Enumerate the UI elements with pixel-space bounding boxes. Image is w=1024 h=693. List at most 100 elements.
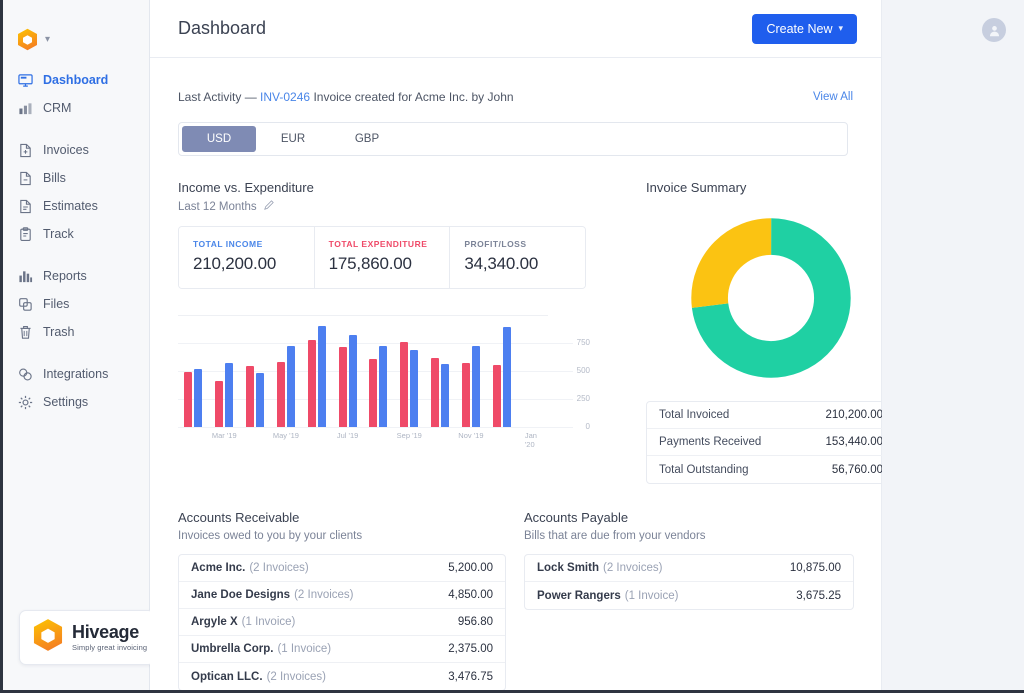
sidebar-item-settings[interactable]: Settings	[0, 388, 149, 416]
user-avatar-icon[interactable]	[982, 18, 1006, 42]
list-item[interactable]: Acme Inc.(2 Invoices)5,200.00	[179, 555, 505, 582]
activity-view-all-link[interactable]: View All	[813, 91, 853, 103]
tab-gbp[interactable]: GBP	[330, 126, 404, 152]
summary-label: Payments Received	[659, 436, 761, 448]
donut-slice-total-outstanding	[710, 237, 833, 360]
stat-value: 210,200.00	[193, 254, 314, 274]
x-tick-label: May '19	[273, 431, 299, 440]
summary-row: Total Outstanding56,760.00	[647, 456, 895, 483]
sidebar-item-label: Settings	[43, 395, 88, 409]
dashboard-columns: Income vs. Expenditure Last 12 Months TO…	[178, 180, 853, 484]
sidebar-item-label: Estimates	[43, 199, 98, 213]
list-item-entity: Umbrella Corp. (1 Invoice)	[191, 643, 331, 655]
summary-value: 153,440.00	[825, 436, 883, 448]
sidebar-group-3: Integrations Settings	[0, 360, 149, 430]
hiveage-badge[interactable]: Hiveage Simply great invoicing	[19, 610, 155, 665]
sidebar-item-dashboard[interactable]: Dashboard	[0, 66, 149, 94]
tab-eur[interactable]: EUR	[256, 126, 330, 152]
entity-name: Optican LLC.	[191, 671, 263, 683]
sidebar-item-files[interactable]: Files	[0, 290, 149, 318]
receivable-subtitle: Invoices owed to you by your clients	[178, 530, 506, 542]
sidebar-item-estimates[interactable]: Estimates	[0, 192, 149, 220]
chart-y-axis: 7505002500	[560, 315, 590, 439]
chart-bar-group	[332, 315, 363, 427]
payable-title: Accounts Payable	[524, 510, 854, 525]
sidebar-item-crm[interactable]: CRM	[0, 94, 149, 122]
list-item[interactable]: Jane Doe Designs(2 Invoices)4,850.00	[179, 582, 505, 609]
invoice-summary-title: Invoice Summary	[646, 180, 896, 195]
entity-amount: 3,675.25	[796, 590, 841, 602]
income-section-period: Last 12 Months	[178, 200, 598, 213]
list-item[interactable]: Argyle X(1 Invoice)956.80	[179, 609, 505, 636]
create-new-label: Create New	[766, 22, 832, 36]
list-item[interactable]: Power Rangers(1 Invoice)3,675.25	[525, 582, 853, 609]
chart-bar-group	[270, 315, 301, 427]
monitor-icon	[17, 72, 33, 88]
bar-expenditure	[256, 373, 264, 427]
sidebar-item-integrations[interactable]: Integrations	[0, 360, 149, 388]
gridline-0	[178, 427, 573, 428]
bar-expenditure	[318, 326, 326, 427]
brand-chevron-down-icon[interactable]: ▾	[45, 35, 50, 45]
sidebar-item-label: Reports	[43, 269, 87, 283]
sidebar-item-label: Track	[43, 227, 74, 241]
hiveage-tagline: Simply great invoicing	[72, 644, 147, 652]
chart-bar-group-empty	[517, 315, 548, 427]
bar-income	[369, 359, 377, 427]
list-item-entity: Jane Doe Designs(2 Invoices)	[191, 589, 354, 601]
entity-invoice-count: (2 Invoices)	[603, 562, 662, 574]
sidebar-item-label: Bills	[43, 171, 66, 185]
sidebar-item-invoices[interactable]: Invoices	[0, 136, 149, 164]
entity-name: Umbrella Corp.	[191, 643, 273, 655]
accounts-section: Accounts Receivable Invoices owed to you…	[178, 510, 853, 693]
bar-expenditure	[349, 335, 357, 427]
sidebar: ▾ DashboardCRM Invoices Bills Estimates Trac…	[0, 0, 150, 693]
sidebar-item-bills[interactable]: Bills	[0, 164, 149, 192]
sidebar-item-label: Trash	[43, 325, 75, 339]
list-item[interactable]: Umbrella Corp.(1 Invoice)2,375.00	[179, 636, 505, 663]
invoice-summary-table: Total Invoiced210,200.00Payments Receive…	[646, 401, 896, 484]
donut-chart-svg	[690, 217, 852, 379]
tab-usd[interactable]: USD	[182, 126, 256, 152]
chevron-down-icon: ▾	[838, 23, 843, 34]
bar-expenditure	[441, 364, 449, 427]
list-item[interactable]: Optican LLC.(2 Invoices)3,476.75	[179, 663, 505, 690]
summary-row: Total Invoiced210,200.00	[647, 402, 895, 429]
avatar-wrap[interactable]	[982, 18, 1006, 42]
bar-income	[215, 381, 223, 427]
entity-name: Lock Smith	[537, 562, 599, 574]
list-item-entity: Optican LLC.(2 Invoices)	[191, 671, 326, 683]
receivable-title: Accounts Receivable	[178, 510, 506, 525]
pencil-icon[interactable]	[264, 200, 274, 213]
income-expenditure-chart: 7505002500 Mar '19May '19Jul '19Sep '19N…	[178, 315, 590, 450]
entity-amount: 5,200.00	[448, 562, 493, 574]
sidebar-item-reports[interactable]: Reports	[0, 262, 149, 290]
stats-row: TOTAL INCOME210,200.00TOTAL EXPENDITURE1…	[178, 226, 586, 289]
chart-bar-group	[240, 315, 271, 427]
period-label: Last 12 Months	[178, 201, 257, 213]
y-tick-500: 500	[577, 366, 590, 375]
stat-value: 34,340.00	[464, 254, 585, 274]
summary-row: Payments Received 153,440.00	[647, 429, 895, 456]
invoice-ref-link[interactable]: INV-0246	[260, 90, 310, 104]
receivable-list: Acme Inc.(2 Invoices)5,200.00Jane Doe De…	[178, 554, 506, 691]
y-tick-250: 250	[577, 394, 590, 403]
sidebar-item-trash[interactable]: Trash	[0, 318, 149, 346]
x-tick-label: Jan '20	[525, 431, 540, 449]
stat-label: PROFIT/LOSS	[464, 239, 585, 249]
bar-income	[462, 363, 470, 427]
sidebar-item-track[interactable]: Track	[0, 220, 149, 248]
list-item[interactable]: Lock Smith(2 Invoices)10,875.00	[525, 555, 853, 582]
bar-income	[400, 342, 408, 427]
gear-icon	[17, 394, 33, 410]
y-tick-750: 750	[577, 338, 590, 347]
brand-logo[interactable]: ▾	[0, 0, 149, 58]
create-new-button[interactable]: Create New ▾	[752, 14, 857, 44]
bar-expenditure	[225, 363, 233, 427]
entity-invoice-count: (1 Invoice)	[277, 643, 331, 655]
chart-bars	[178, 315, 548, 427]
bar-income	[277, 362, 285, 427]
stat-card: PROFIT/LOSS 34,340.00	[450, 227, 585, 288]
bar-income	[493, 365, 501, 427]
bar-income	[246, 366, 254, 427]
